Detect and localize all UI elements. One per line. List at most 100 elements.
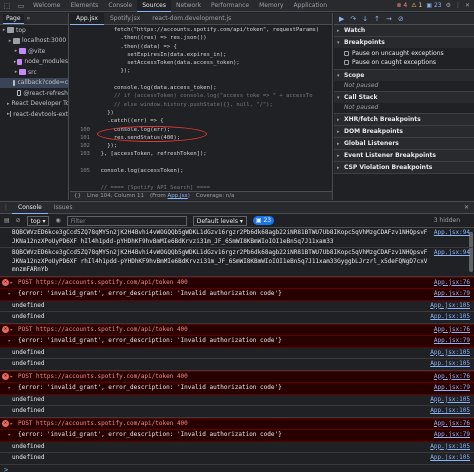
console-message[interactable]: undefined App.jsx:105 <box>0 348 474 359</box>
code-line[interactable]: // else window.history.pushState({}, nul… <box>70 101 332 109</box>
console-message[interactable]: BQBCWVzED6kce3gCcd5ZQ78qMY5n2jK2H4Bvhi4v… <box>0 248 474 277</box>
checkbox-icon[interactable] <box>344 60 349 65</box>
message-source-link[interactable]: App.jsx:76 <box>428 420 470 429</box>
line-number[interactable] <box>70 76 94 84</box>
line-number[interactable] <box>70 184 94 191</box>
code-line[interactable] <box>70 76 332 84</box>
context-selector[interactable]: top ▾ <box>26 215 50 226</box>
expand-object-icon[interactable]: ▸ <box>8 431 11 440</box>
code-line[interactable]: // if (accessToken) console.log("access … <box>70 92 332 100</box>
section-header[interactable]: ▾ Breakpoints <box>334 37 474 48</box>
line-number[interactable]: 105 <box>70 167 94 175</box>
message-source-link[interactable]: App.jsx:79 <box>428 337 470 346</box>
code-line[interactable]: }); <box>70 67 332 75</box>
collapse-arrow-icon[interactable]: ▸ <box>337 28 344 34</box>
step-out-icon[interactable]: ↑ <box>374 15 380 23</box>
section-header[interactable]: ▸ DOM Breakpoints <box>334 126 474 137</box>
message-source-link[interactable]: App.jsx:105 <box>424 313 470 322</box>
line-number[interactable]: 103 <box>70 150 94 158</box>
code-line[interactable]: 103 }, [accessToken, refreshToken]); <box>70 150 332 158</box>
code-line[interactable]: }) <box>70 109 332 117</box>
console-message[interactable]: undefined App.jsx:105 <box>0 406 474 418</box>
section-header[interactable]: ▸ Watch <box>334 25 474 36</box>
message-source-link[interactable]: App.jsx:79 <box>428 431 470 440</box>
source-map-link[interactable]: App.jsx <box>168 193 188 199</box>
issues-count-badge[interactable]: ▣ 23 <box>426 2 441 9</box>
expand-object-icon[interactable]: ▸ <box>8 384 11 393</box>
code-line[interactable]: setAccessToken(data.access_token); <box>70 59 332 67</box>
code-line[interactable]: fetch("https://accounts.spotify.com/api/… <box>70 26 332 34</box>
console-message[interactable]: ▸ {error: 'invalid_grant', error_descript… <box>0 289 474 301</box>
code-line[interactable]: .then((res) => res.json()) <box>70 34 332 42</box>
pause-exception-checkbox[interactable]: Pause on caught exceptions <box>334 58 474 67</box>
pause-exception-checkbox[interactable]: Pause on uncaught exceptions <box>334 49 474 58</box>
line-number[interactable] <box>70 59 94 67</box>
step-icon[interactable]: → <box>386 15 392 23</box>
code-line[interactable] <box>70 175 332 183</box>
line-number[interactable] <box>70 51 94 59</box>
collapse-arrow-icon[interactable]: ▸ <box>337 153 344 159</box>
code-line[interactable]: setExpiresIn(data.expires_in); <box>70 51 332 59</box>
code-line[interactable]: console.log(data.access_token); <box>70 84 332 92</box>
collapse-arrow-icon[interactable]: ▸ <box>337 141 344 147</box>
message-source-link[interactable]: App.jsx:105 <box>424 302 470 311</box>
line-number[interactable] <box>70 67 94 75</box>
tree-item[interactable]: @react-refresh <box>0 88 68 99</box>
section-header[interactable]: ▾ Call Stack <box>334 92 474 103</box>
expand-arrow-icon[interactable]: ▸ <box>10 279 13 288</box>
console-message[interactable]: undefined App.jsx:105 <box>0 453 474 465</box>
expand-arrow-icon[interactable]: ▸ <box>10 420 13 429</box>
line-number[interactable] <box>70 101 94 109</box>
message-source-link[interactable]: App.jsx:94 <box>428 229 470 238</box>
console-message[interactable]: undefined App.jsx:105 <box>0 442 474 453</box>
line-number[interactable]: 101 <box>70 134 94 142</box>
tree-item[interactable]: ▸ @vite <box>0 46 68 57</box>
section-header[interactable]: ▸ CSP Violation Breakpoints <box>334 162 474 173</box>
panel-tab-network[interactable]: Network <box>171 0 206 12</box>
panel-tab-performance[interactable]: Performance <box>206 0 254 12</box>
code-line[interactable] <box>70 159 332 167</box>
line-number[interactable]: 100 <box>70 126 94 134</box>
console-message[interactable]: ▸ {error: 'invalid_grant', error_descript… <box>0 430 474 442</box>
console-message[interactable]: ✕ ▸ POST https://accounts.spotify.com/api/… <box>0 323 474 336</box>
expand-arrow-icon[interactable]: ▸ <box>10 326 13 335</box>
drawer-tab-console[interactable]: Console <box>12 202 48 214</box>
message-source-link[interactable]: App.jsx:105 <box>424 443 470 452</box>
line-number[interactable] <box>70 117 94 125</box>
collapse-arrow-icon[interactable]: ▾ <box>337 95 344 101</box>
deactivate-breakpoints-icon[interactable]: ⊘ <box>398 15 404 23</box>
expand-object-icon[interactable]: ▸ <box>8 337 11 346</box>
console-message[interactable]: ✕ ▸ POST https://accounts.spotify.com/api/… <box>0 276 474 289</box>
collapse-arrow-icon[interactable]: ▾ <box>337 40 344 46</box>
navigator-tab-page[interactable]: Page <box>3 13 24 24</box>
message-source-link[interactable]: App.jsx:76 <box>428 279 470 288</box>
code-area[interactable]: fetch("https://accounts.spotify.com/api/… <box>70 25 332 191</box>
console-message[interactable]: undefined App.jsx:105 <box>0 301 474 312</box>
message-source-link[interactable]: App.jsx:105 <box>424 349 470 358</box>
collapse-arrow-icon[interactable]: ▸ <box>337 117 344 123</box>
line-number[interactable] <box>70 34 94 42</box>
tree-item[interactable]: ▸ top <box>0 25 68 36</box>
line-number[interactable] <box>70 159 94 167</box>
expand-arrow-icon[interactable]: ▸ <box>7 101 10 107</box>
section-header[interactable]: ▸ Event Listener Breakpoints <box>334 150 474 161</box>
log-levels-dropdown[interactable]: Default levels ▾ <box>192 215 247 226</box>
line-number[interactable]: 102 <box>70 142 94 150</box>
settings-gear-icon[interactable]: ⚙ <box>446 2 451 9</box>
console-prompt[interactable]: > <box>0 465 474 472</box>
format-icon[interactable]: {} <box>74 193 81 199</box>
message-source-link[interactable]: App.jsx:105 <box>424 396 470 405</box>
console-message[interactable]: ▸ {error: 'invalid_grant', error_descript… <box>0 336 474 348</box>
live-expression-eye-icon[interactable]: ◉ <box>55 217 60 224</box>
drawer-tab-issues[interactable]: Issues <box>48 202 79 214</box>
issues-count-chip[interactable]: ▣ 23 <box>252 216 275 225</box>
step-into-icon[interactable]: ↓ <box>362 15 368 23</box>
code-line[interactable]: .then((data) => { <box>70 43 332 51</box>
message-source-link[interactable]: App.jsx:76 <box>428 326 470 335</box>
drawer-menu-icon[interactable]: ⋮ <box>0 204 12 211</box>
line-number[interactable] <box>70 43 94 51</box>
message-source-link[interactable]: App.jsx:76 <box>428 373 470 382</box>
step-over-icon[interactable]: ↷ <box>350 15 356 23</box>
close-drawer-icon[interactable]: ✕ <box>464 204 474 211</box>
device-toggle-icon[interactable]: ▭ <box>14 0 28 12</box>
